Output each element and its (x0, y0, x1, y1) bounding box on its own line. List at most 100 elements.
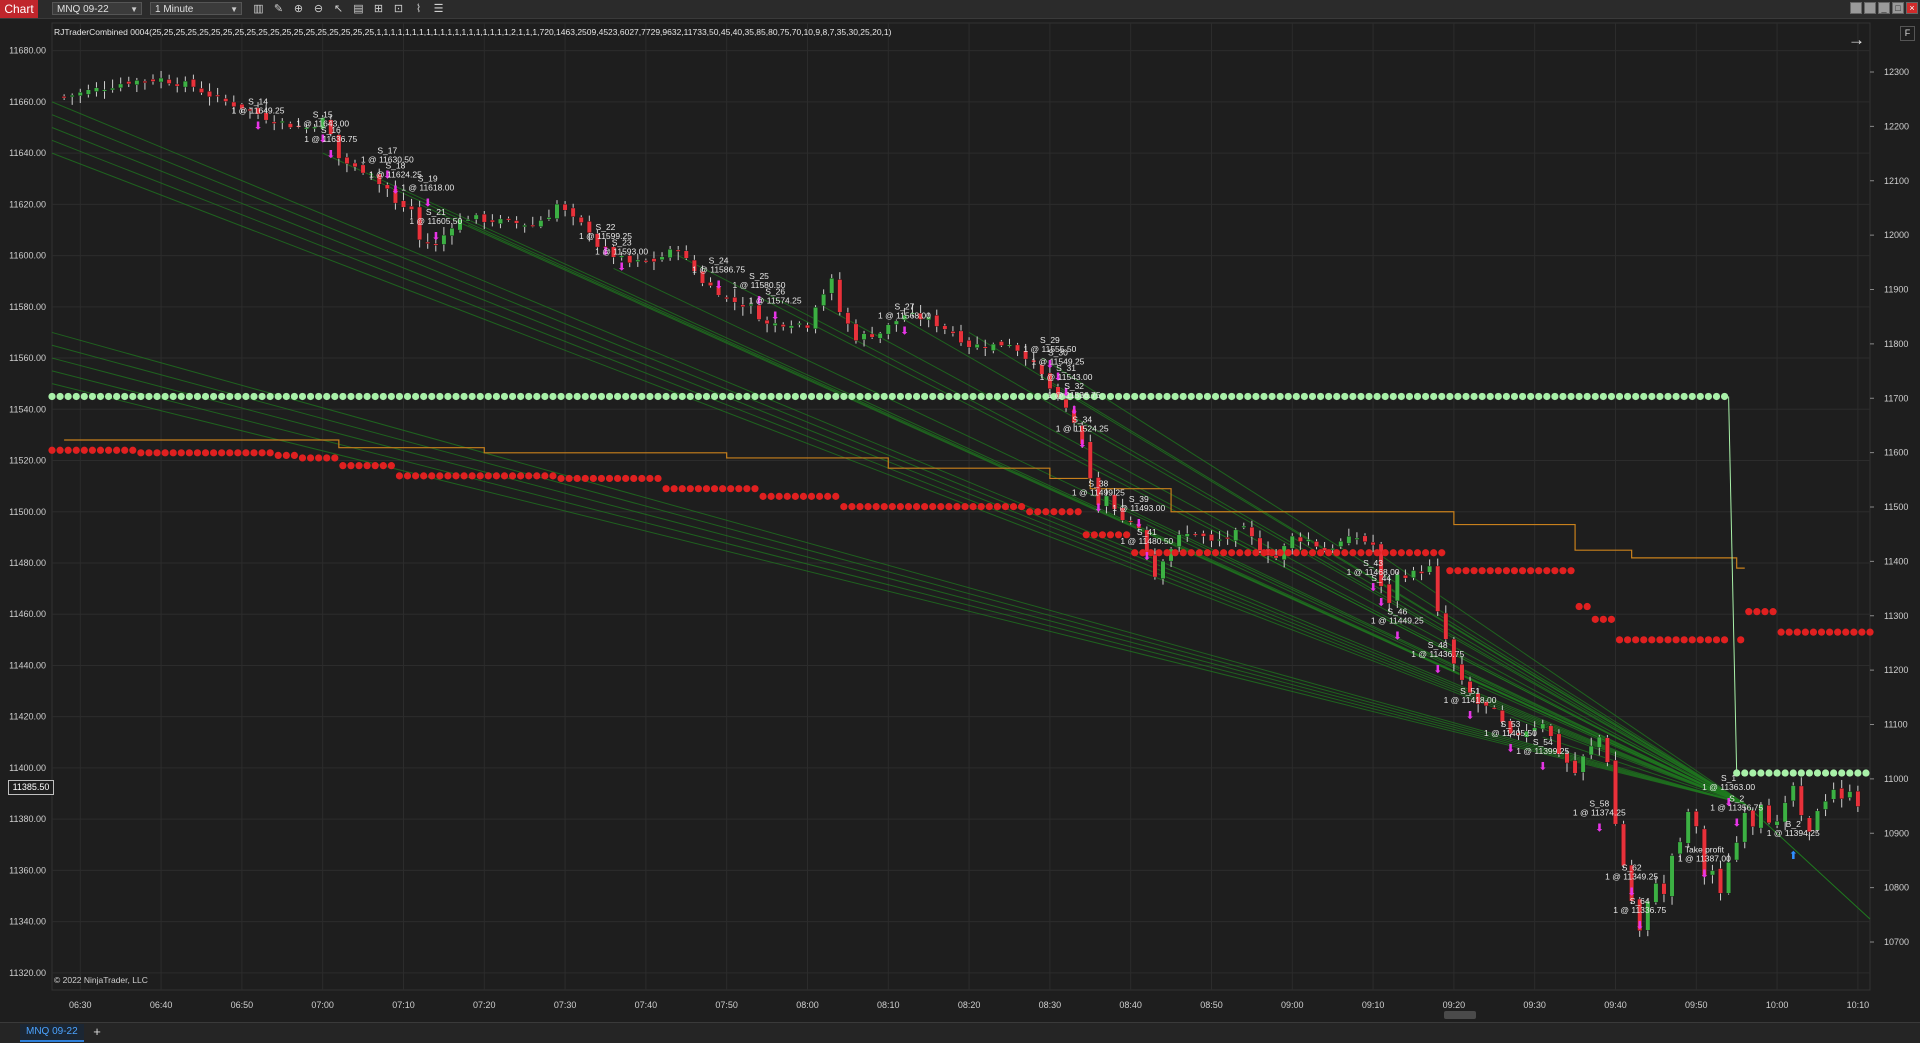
candle-body (805, 324, 810, 329)
lower-dot (759, 492, 767, 500)
lower-dot (557, 474, 565, 483)
upper-dot (1365, 392, 1373, 401)
price-chart[interactable]: ⬇S_141 @ 11649.25⬇S_151 @ 11643.00⬇S_161… (0, 19, 1920, 1022)
candle-body (1225, 537, 1231, 540)
candle-body (982, 346, 988, 349)
lower-dot (969, 503, 977, 511)
candle-body (1160, 560, 1166, 579)
templates-icon[interactable]: ☰ (430, 1, 447, 17)
horizontal-scrollbar[interactable] (8, 1011, 1918, 1019)
lower-dot (1543, 567, 1551, 575)
strategies-icon[interactable]: ⊡ (390, 1, 407, 17)
upper-dot (702, 392, 711, 401)
signal-fill-text: 1 @ 11418.00 (1444, 695, 1497, 705)
lower-dot (1195, 549, 1203, 557)
bar-chart-icon[interactable]: ▥ (250, 1, 267, 17)
properties-icon[interactable]: ▤ (350, 1, 367, 17)
lower-dot (1082, 531, 1090, 539)
upper-dot (1640, 392, 1648, 401)
upper-dot (1446, 392, 1454, 401)
lower-dot (371, 462, 379, 470)
candle-body (126, 81, 132, 85)
lower-dot (1236, 549, 1244, 557)
upper-dot (1292, 392, 1300, 401)
upper-dot (735, 392, 743, 401)
signal-arrow-icon: ⬇ (617, 261, 626, 274)
arrow-right-icon[interactable]: → (1848, 30, 1865, 50)
pointer-icon[interactable]: ↖ (330, 1, 347, 17)
upper-dot (1591, 392, 1599, 401)
candle-body (384, 184, 390, 189)
scrollbar-thumb[interactable] (1444, 1011, 1476, 1019)
zoom-in-icon[interactable]: ⊕ (290, 1, 307, 17)
candle-body (877, 333, 883, 339)
lower-dot (266, 449, 274, 457)
upper-dot (113, 392, 121, 401)
lower-dot (1422, 549, 1430, 557)
upper-dot (403, 392, 412, 401)
lower-dot (888, 503, 896, 511)
lower-dot (169, 449, 177, 457)
lower-dot (1704, 636, 1712, 644)
indicator-label: RJTraderCombined 0004(25,25,25,25,25,25,… (54, 27, 892, 37)
lower-dot (1720, 636, 1729, 644)
lower-dot (1276, 549, 1284, 557)
lower-dot (104, 446, 113, 454)
upper-dot (1862, 769, 1870, 777)
upper-dot (1203, 392, 1212, 401)
lower-dot (177, 449, 185, 457)
x-axis-tick: 07:50 (715, 1000, 738, 1010)
right-axis-tick: 12100 (1884, 176, 1909, 186)
lower-dot (517, 472, 525, 480)
signal-fill-text: 1 @ 11536.75 (1048, 390, 1101, 400)
tile-icon[interactable] (1850, 2, 1862, 14)
upper-dot (1422, 392, 1430, 401)
restore-icon[interactable] (1864, 2, 1876, 14)
lower-dot (1793, 628, 1801, 636)
lower-dot (1842, 628, 1850, 636)
lower-dot (1737, 636, 1745, 644)
candle-body (271, 121, 277, 124)
interval-selector[interactable]: 1 Minute ▼ (150, 2, 242, 15)
signal-fill-text: 1 @ 11449.25 (1371, 615, 1424, 625)
data-box-icon[interactable]: ⌇ (410, 1, 427, 17)
pencil-icon[interactable]: ✎ (270, 1, 287, 17)
candle-body (627, 255, 633, 264)
add-tab-button[interactable]: + (90, 1024, 104, 1040)
upper-dot (412, 392, 420, 401)
lower-dot (1042, 508, 1050, 516)
f-badge[interactable]: F (1900, 26, 1915, 41)
zoom-out-icon[interactable]: ⊖ (310, 1, 327, 17)
upper-dot (1316, 392, 1325, 401)
candle-body (1217, 539, 1222, 542)
upper-dot (1757, 769, 1765, 777)
signal-arrow-icon: ⬇ (771, 309, 780, 322)
lower-dot (1098, 531, 1106, 539)
left-axis-tick: 11560.00 (9, 353, 46, 363)
candle-body (1798, 785, 1804, 816)
candle-body (1192, 533, 1198, 536)
lower-dot (1341, 549, 1349, 557)
x-axis-tick: 09:50 (1685, 1000, 1708, 1010)
upper-dot (549, 392, 557, 401)
upper-dot (1333, 392, 1341, 401)
candle-body (1386, 583, 1392, 604)
indicators-icon[interactable]: ⊞ (370, 1, 387, 17)
lower-dot (1454, 567, 1462, 575)
chart-window-label[interactable]: Chart (0, 0, 38, 18)
upper-dot (1672, 392, 1680, 401)
instrument-selector[interactable]: MNQ 09-22 ▼ (52, 2, 142, 15)
candle-body (1790, 785, 1796, 802)
candle-body (1176, 534, 1182, 547)
x-axis-tick: 07:40 (635, 1000, 658, 1010)
signal-arrow-icon: ⬇ (1538, 760, 1547, 773)
lower-dot (339, 462, 347, 470)
tab-instrument[interactable]: MNQ 09-22 (20, 1024, 84, 1042)
upper-dot (1583, 392, 1591, 401)
maximize-icon[interactable]: □ (1892, 2, 1904, 14)
close-icon[interactable]: × (1906, 2, 1918, 14)
upper-dot (1648, 392, 1656, 401)
minimize-icon[interactable]: _ (1878, 2, 1890, 14)
signal-arrow-icon: ⬇ (1142, 550, 1151, 563)
right-axis-tick: 11200 (1884, 665, 1908, 675)
